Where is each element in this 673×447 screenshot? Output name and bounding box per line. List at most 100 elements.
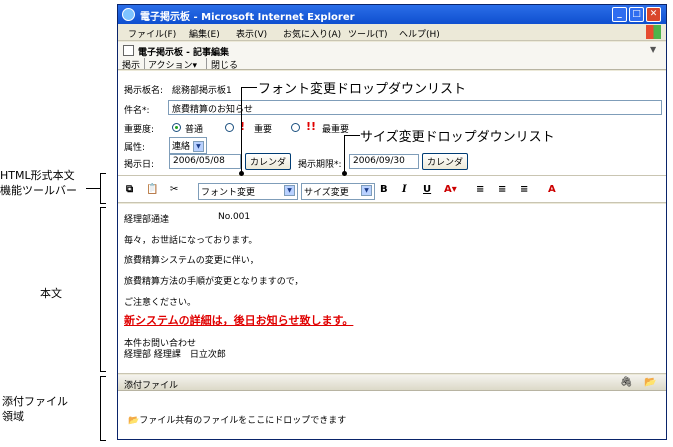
- browser-window: 電子掲示板 - Microsoft Internet Explorer _ □ …: [117, 4, 667, 440]
- annotation-body: 本文: [40, 287, 62, 300]
- priority-important-radio[interactable]: [225, 123, 234, 132]
- menu-help[interactable]: ヘルプ(H): [399, 27, 440, 40]
- body-line: 毎々，お世話になっております。: [124, 236, 258, 246]
- priority-most-radio[interactable]: [291, 123, 300, 132]
- font-select[interactable]: フォント変更 ▼: [198, 183, 298, 200]
- subject-label: 件名*:: [124, 106, 150, 116]
- most-important-mark-icon: !!: [306, 120, 317, 133]
- title-bar: 電子掲示板 - Microsoft Internet Explorer _ □ …: [118, 5, 666, 24]
- annotation-size-dropdown: サイズ変更ドロップダウンリスト: [360, 130, 555, 145]
- chevron-down-icon: ▼: [284, 185, 295, 196]
- post-date-calendar-button[interactable]: カレンダ: [245, 153, 292, 170]
- callout-size-line-h: [344, 135, 360, 136]
- attribute-label: 属性:: [124, 143, 146, 153]
- font-style-icon[interactable]: A: [548, 184, 556, 195]
- annotation-font-dropdown: フォント変更ドロップダウンリスト: [258, 82, 467, 97]
- collapse-icon[interactable]: ▼: [650, 45, 656, 54]
- annotation-attach-line2: 領域: [2, 410, 24, 423]
- paste-icon[interactable]: 📋: [146, 184, 158, 195]
- board-name-value: 総務部掲示板1: [172, 86, 232, 96]
- callout-size-line-v: [344, 135, 345, 173]
- bracket-attach: [100, 376, 101, 440]
- menu-file[interactable]: ファイル(F): [128, 27, 176, 40]
- priority-important-label: 重要: [254, 125, 273, 135]
- body-emphasis-line: 新システムの詳細は，後日お知らせ致します。: [124, 314, 354, 327]
- post-button[interactable]: 掲示: [122, 58, 140, 71]
- menu-bar: ファイル(F) 編集(E) 表示(V) お気に入り(A) ツール(T) ヘルプ(…: [118, 24, 666, 41]
- menu-tools[interactable]: ツール(T): [348, 27, 388, 40]
- expire-date-input[interactable]: 2006/09/30: [349, 154, 419, 169]
- chevron-down-icon: ▼: [192, 141, 204, 152]
- bracket-body-bottom: [100, 371, 106, 372]
- bracket-body: [100, 207, 101, 371]
- priority-normal-radio[interactable]: [172, 123, 181, 132]
- bracket-toolbar-bottom: [100, 203, 106, 204]
- annotation-attach-line1: 添付ファイル: [2, 395, 68, 408]
- window-title: 電子掲示板 - Microsoft Internet Explorer: [140, 12, 355, 23]
- underline-button[interactable]: U: [423, 184, 431, 195]
- app-header: 電子掲示板 - 記事編集 ▼ 掲示 アクション▾ 閉じる: [118, 42, 666, 71]
- toolbar-separator: [206, 58, 207, 69]
- callout-font-dot: [239, 171, 244, 176]
- drop-hint: 📂ファイル共有のファイルをここにドロップできます: [128, 413, 346, 426]
- bracket-attach-bottom: [100, 440, 106, 441]
- close-button[interactable]: ✕: [646, 7, 661, 22]
- callout-font-line-h: [241, 87, 257, 88]
- attachment-header: 添付ファイル 🖇 📂: [118, 375, 666, 391]
- body-line: No.001: [218, 212, 251, 222]
- drop-hint-text: ファイル共有のファイルをここにドロップできます: [139, 416, 347, 426]
- align-right-icon[interactable]: ≡: [520, 184, 528, 195]
- close-doc-button[interactable]: 閉じる: [211, 58, 238, 71]
- bold-button[interactable]: B: [380, 184, 388, 195]
- board-name-label: 掲示板名:: [124, 86, 164, 96]
- menu-edit[interactable]: 編集(E): [189, 27, 220, 40]
- toolbar-separator: [144, 58, 145, 69]
- expire-calendar-button[interactable]: カレンダ: [422, 153, 469, 170]
- drop-icon: 📂: [128, 416, 140, 426]
- text-color-icon[interactable]: A▾: [444, 184, 457, 195]
- action-menu[interactable]: アクション▾: [148, 58, 197, 71]
- attribute-select[interactable]: 連絡 ▼: [169, 137, 207, 154]
- body-line: ご注意ください。: [124, 298, 197, 308]
- annotation-toolbar: HTML形式本文 機能ツールバー: [0, 168, 77, 198]
- annotation-attach: 添付ファイル 領域: [2, 394, 68, 424]
- message-body[interactable]: 経理部通達 No.001 毎々，お世話になっております。 旅費精算システムの変更…: [118, 204, 666, 374]
- attribute-value: 連絡: [172, 142, 191, 152]
- callout-size-dot: [342, 171, 347, 176]
- align-left-icon[interactable]: ≡: [476, 184, 484, 195]
- document-icon: [123, 45, 134, 56]
- body-line: 旅費精算システムの変更に伴い，: [124, 256, 259, 266]
- bracket-toolbar-pointer: [86, 188, 100, 189]
- menu-favorites[interactable]: お気に入り(A): [283, 27, 341, 40]
- bracket-toolbar: [100, 173, 101, 203]
- priority-label: 重要度:: [124, 125, 155, 135]
- minimize-button[interactable]: _: [612, 7, 627, 22]
- chevron-down-icon: ▼: [361, 185, 372, 196]
- size-select[interactable]: サイズ変更 ▼: [301, 183, 375, 200]
- annotation-toolbar-line2: 機能ツールバー: [0, 184, 77, 197]
- attachment-area[interactable]: 添付ファイル 🖇 📂 📂ファイル共有のファイルをここにドロップできます: [118, 375, 666, 439]
- post-date-label: 掲示日:: [124, 160, 155, 170]
- folder-icon[interactable]: 📂: [644, 377, 656, 388]
- maximize-button[interactable]: □: [629, 7, 644, 22]
- align-center-icon[interactable]: ≡: [498, 184, 506, 195]
- size-select-label: サイズ変更: [304, 188, 349, 198]
- menu-view[interactable]: 表示(V): [236, 27, 267, 40]
- font-select-label: フォント変更: [201, 188, 256, 198]
- post-date-input[interactable]: 2006/05/08: [169, 154, 241, 169]
- italic-button[interactable]: I: [402, 184, 407, 195]
- priority-normal-label: 普通: [185, 125, 204, 135]
- cut-icon[interactable]: ✂: [170, 184, 178, 195]
- app-title: 電子掲示板 - 記事編集: [138, 48, 230, 58]
- callout-font-line-v: [241, 87, 242, 173]
- annotation-toolbar-line1: HTML形式本文: [0, 169, 75, 182]
- expire-label: 掲示期限*:: [298, 160, 342, 170]
- windows-logo-icon: [646, 25, 661, 39]
- paperclip-icon[interactable]: 🖇: [620, 377, 633, 388]
- subject-input[interactable]: 旅費精算のお知らせ: [168, 100, 662, 115]
- body-line: 経理部通達: [124, 215, 170, 225]
- attachment-header-label: 添付ファイル: [124, 381, 179, 391]
- body-line: 旅費精算方法の手順が変更となりますので，: [124, 277, 304, 287]
- copy-icon[interactable]: ⧉: [126, 184, 133, 195]
- html-editor-toolbar: ⧉ 📋 ✂ フォント変更 ▼ サイズ変更 ▼ B I U A▾ ≡ ≡ ≡ A: [118, 175, 666, 203]
